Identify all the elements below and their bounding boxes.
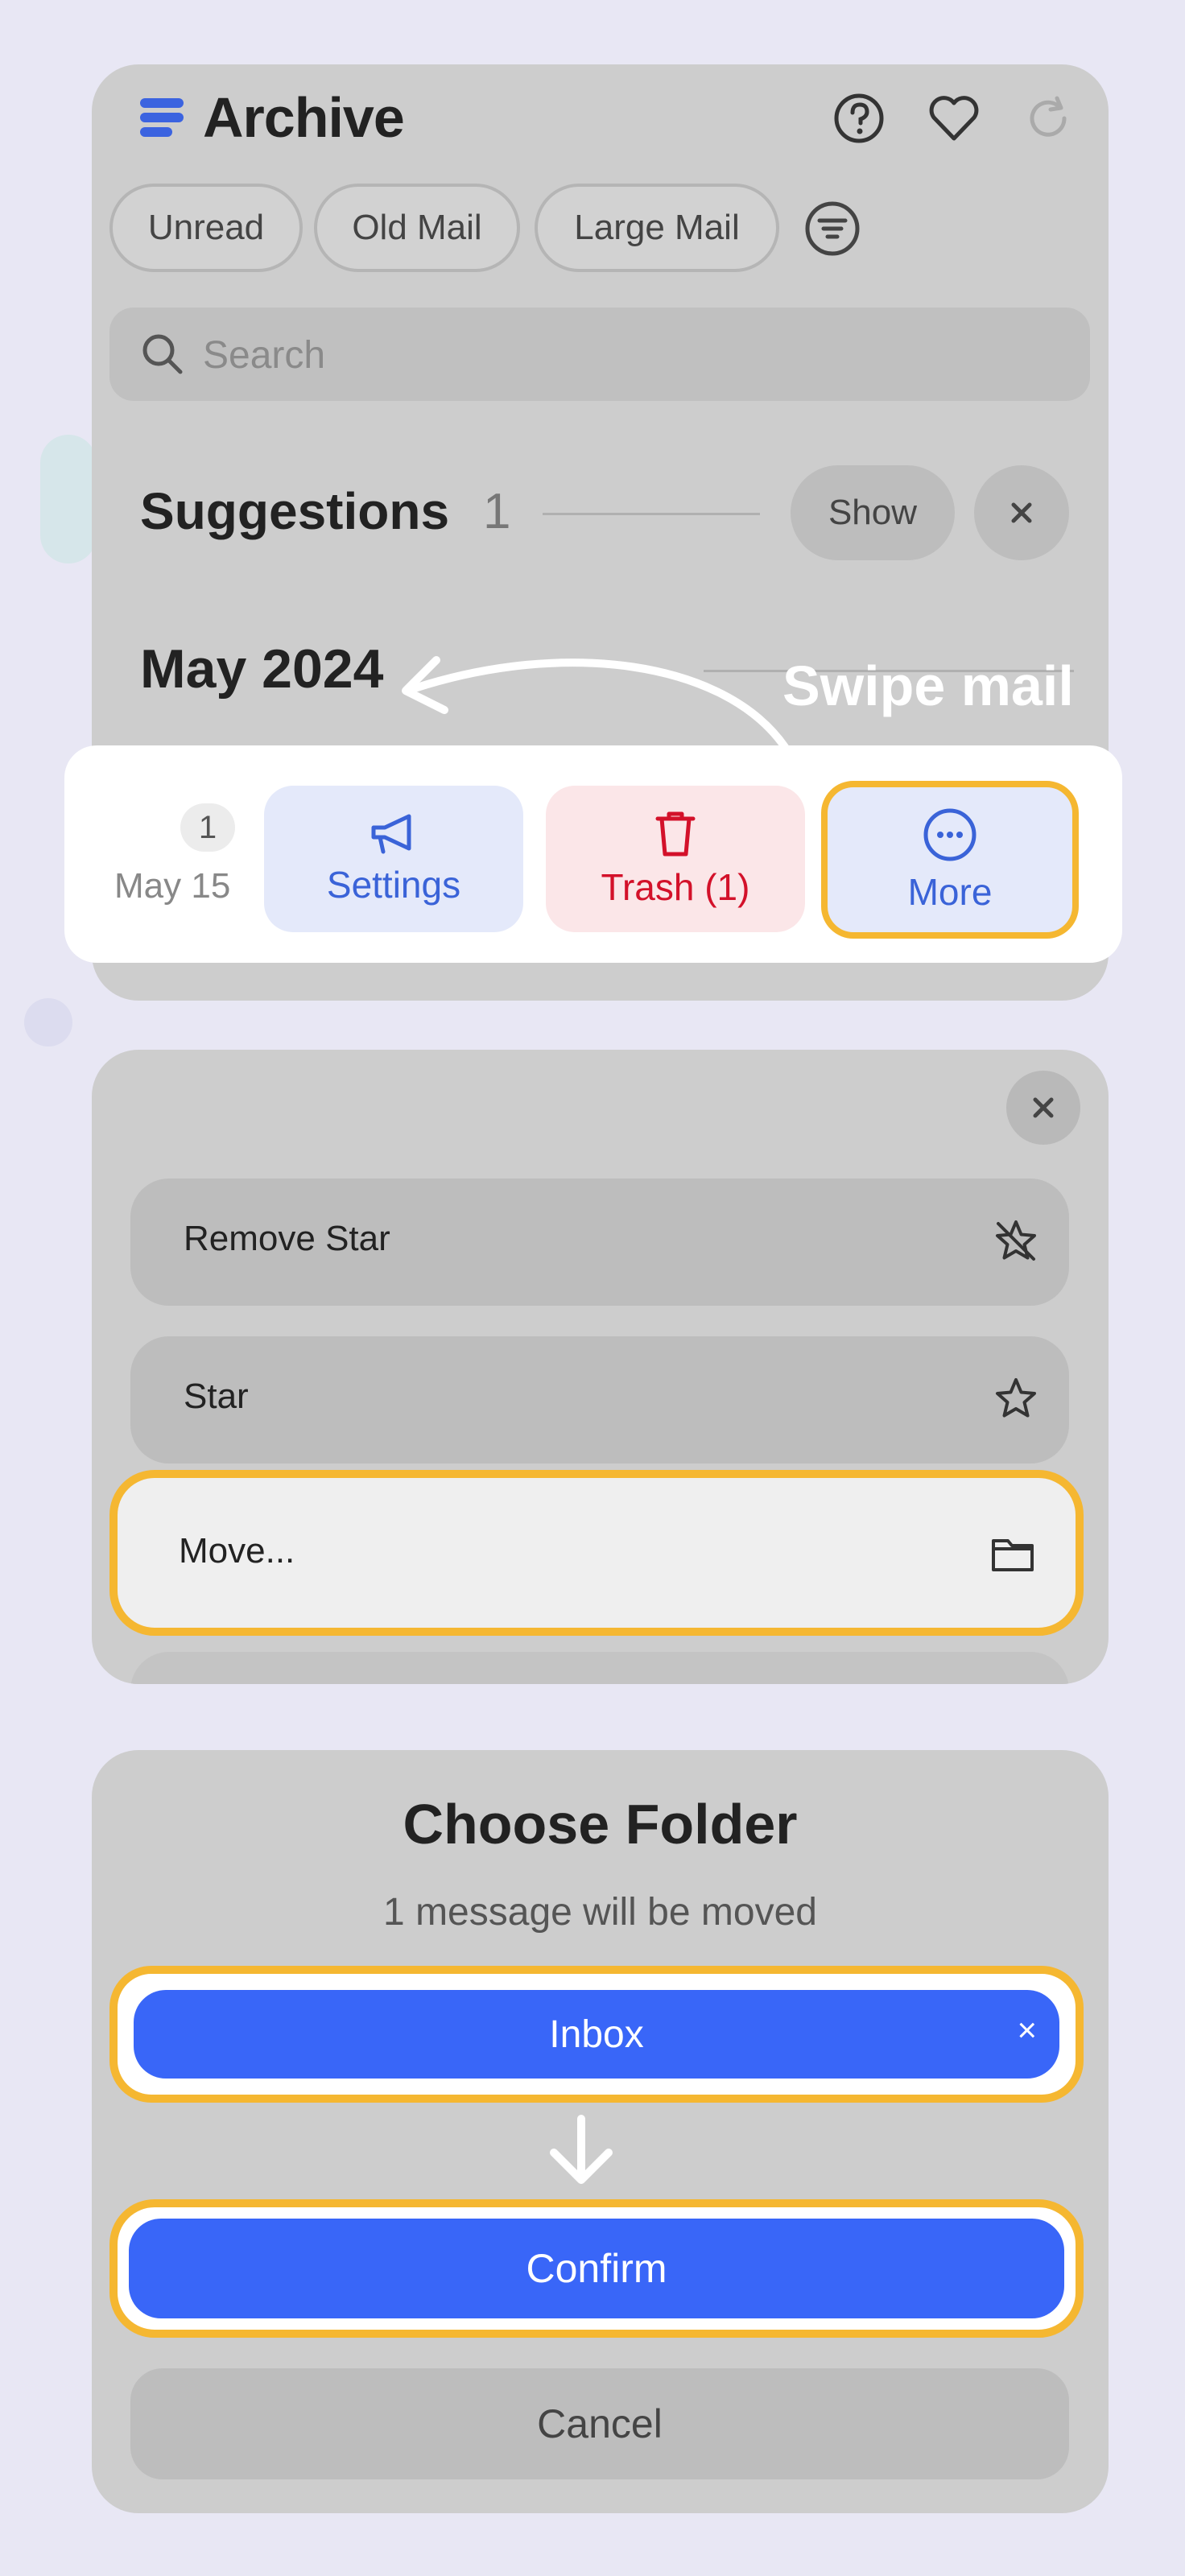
background-blob	[24, 998, 72, 1046]
choose-folder-subtitle: 1 message will be moved	[383, 1891, 817, 1934]
star-icon	[996, 1378, 1036, 1418]
mail-date: May 15	[114, 866, 231, 906]
menu-item-partial	[130, 1652, 1069, 1684]
dismiss-suggestions-button[interactable]	[974, 465, 1069, 560]
menu-icon[interactable]	[140, 95, 184, 140]
trash-action-button[interactable]: Trash (1)	[546, 786, 805, 932]
swiped-mail-row[interactable]: 1 May 15 Settings Trash (1) More	[64, 745, 1122, 963]
show-suggestions-button[interactable]: Show	[791, 465, 955, 560]
megaphone-icon	[371, 814, 411, 854]
more-action-label: More	[907, 871, 993, 913]
search-bar[interactable]: Search	[109, 308, 1090, 401]
star-off-icon	[996, 1220, 1036, 1261]
close-icon	[1033, 1097, 1054, 1118]
message-count-badge: 1	[180, 803, 235, 852]
suggestions-title: Suggestions	[140, 482, 450, 540]
choose-folder-sheet: Choose Folder 1 message will be moved In…	[92, 1750, 1109, 2513]
heart-icon[interactable]	[926, 90, 982, 147]
refresh-icon[interactable]	[1021, 90, 1077, 147]
menu-item-star[interactable]: Star	[130, 1336, 1069, 1463]
filter-chip-old-mail[interactable]: Old Mail	[314, 184, 520, 272]
settings-action-label: Settings	[326, 864, 461, 906]
menu-item-label: Star	[184, 1377, 249, 1416]
confirm-highlight: Confirm	[109, 2199, 1084, 2338]
more-icon	[923, 808, 976, 861]
selected-folder-inbox[interactable]: Inbox ×	[134, 1990, 1059, 2079]
help-icon[interactable]	[831, 90, 887, 147]
page-title: Archive	[203, 86, 405, 149]
choose-folder-title: Choose Folder	[403, 1793, 798, 1856]
close-sheet-button[interactable]	[1006, 1071, 1080, 1145]
selected-folder-label: Inbox	[549, 2013, 644, 2056]
search-icon	[142, 334, 183, 374]
more-action-button[interactable]: More	[821, 781, 1079, 939]
swipe-mail-annotation: Swipe mail	[782, 654, 1074, 717]
suggestions-count: 1	[483, 484, 511, 539]
menu-item-move[interactable]: Move...	[109, 1470, 1084, 1636]
menu-item-label: Move...	[179, 1531, 295, 1571]
folder-icon	[992, 1539, 1034, 1571]
menu-item-remove-star[interactable]: Remove Star	[130, 1179, 1069, 1306]
search-input[interactable]: Search	[203, 333, 325, 378]
background-blob	[40, 435, 97, 564]
clear-folder-button[interactable]: ×	[1017, 2011, 1037, 2050]
cancel-button[interactable]: Cancel	[130, 2368, 1069, 2479]
settings-action-button[interactable]: Settings	[264, 786, 523, 932]
confirm-button[interactable]: Confirm	[129, 2219, 1064, 2318]
selected-folder-highlight: Inbox ×	[109, 1966, 1084, 2103]
down-arrow-icon	[550, 2115, 613, 2184]
filter-icon[interactable]	[803, 200, 861, 258]
menu-item-label: Remove Star	[184, 1219, 390, 1258]
filter-chip-unread[interactable]: Unread	[109, 184, 303, 272]
more-options-sheet: Remove Star Star Move...	[92, 1050, 1109, 1684]
trash-icon	[655, 811, 696, 857]
month-header: May 2024	[140, 638, 384, 700]
close-icon	[1011, 502, 1032, 523]
divider	[543, 513, 760, 515]
filter-chip-large-mail[interactable]: Large Mail	[535, 184, 779, 272]
trash-action-label: Trash (1)	[601, 866, 750, 908]
